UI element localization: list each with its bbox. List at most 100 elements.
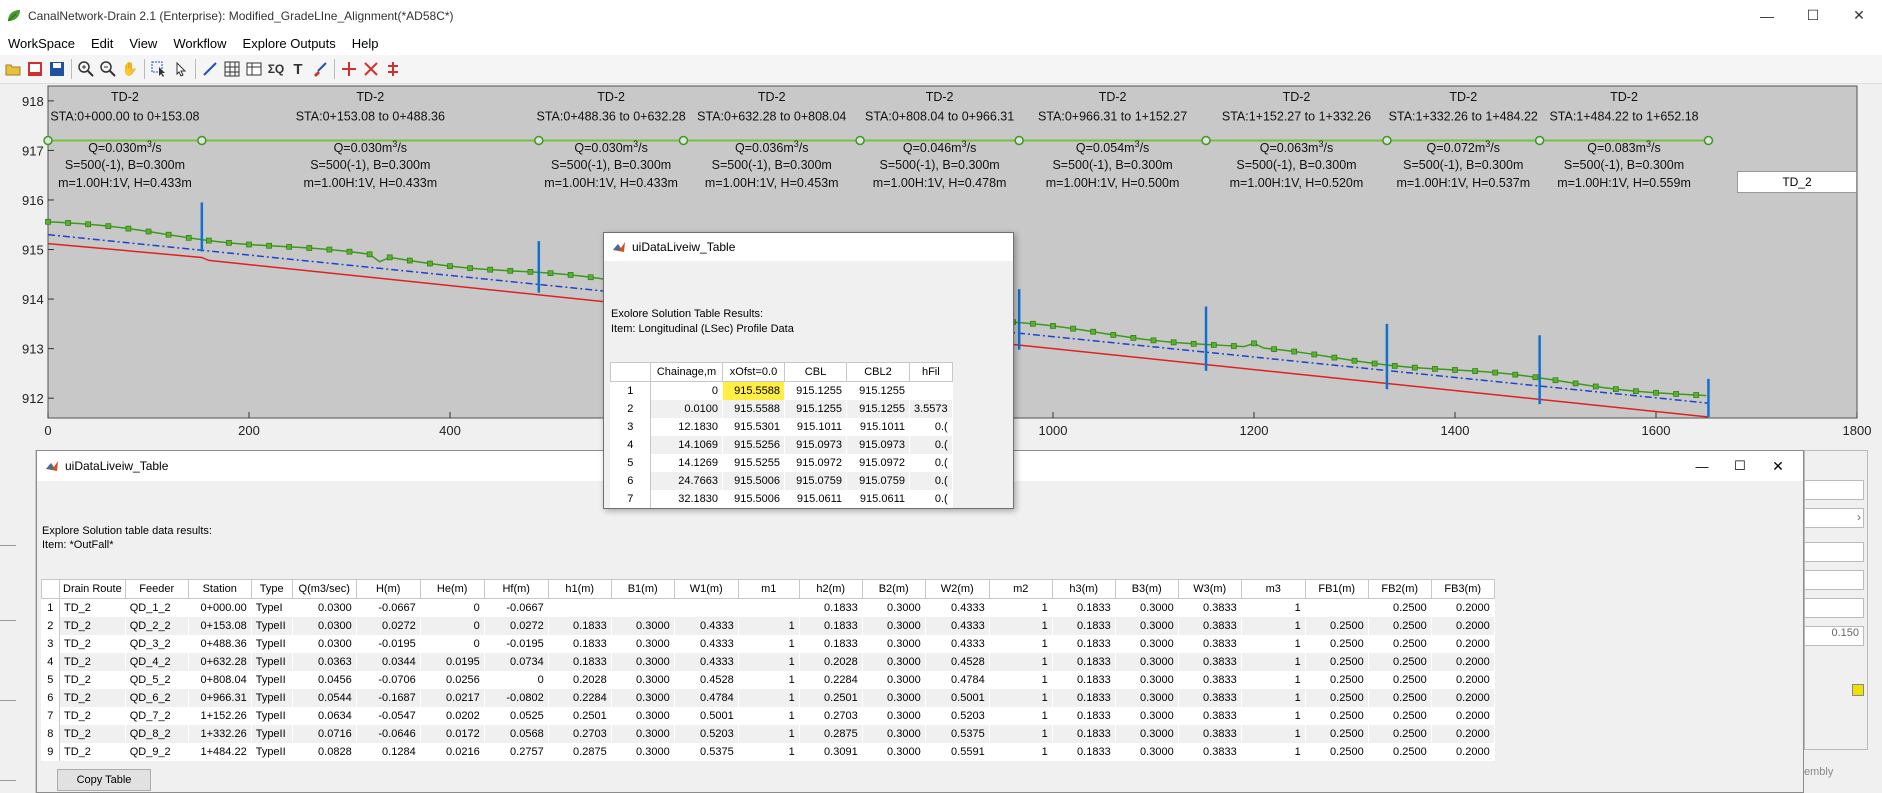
- table-cell[interactable]: 0+153.08: [188, 616, 252, 635]
- copy-table-button[interactable]: Copy Table: [57, 769, 151, 791]
- table-cell[interactable]: 0.3000: [862, 706, 926, 725]
- table-cell[interactable]: TypeII: [251, 616, 293, 635]
- column-header[interactable]: Type: [250, 579, 293, 599]
- column-header[interactable]: m2: [988, 579, 1053, 599]
- row-number[interactable]: 2: [610, 399, 651, 418]
- table-cell[interactable]: QD_5_2: [125, 670, 189, 689]
- table-cell[interactable]: 0.4784: [925, 670, 990, 689]
- table-cell[interactable]: TypeII: [251, 634, 293, 653]
- table-cell[interactable]: 0: [650, 381, 723, 400]
- zoom-in-icon[interactable]: [75, 58, 97, 80]
- table-cell[interactable]: 0.0363: [292, 652, 357, 671]
- table-cell[interactable]: 0.2000: [1431, 634, 1495, 653]
- table-cell[interactable]: 0.5001: [674, 706, 739, 725]
- table-cell[interactable]: 0.4333: [925, 616, 990, 635]
- table-cell[interactable]: 1: [1241, 742, 1306, 761]
- table-cell[interactable]: 1: [989, 616, 1053, 635]
- table-cell[interactable]: 0: [420, 616, 485, 635]
- select-tool-icon[interactable]: [148, 58, 170, 80]
- table-cell[interactable]: 0.0300: [292, 634, 357, 653]
- table-cell[interactable]: 915.5301: [722, 417, 785, 436]
- table-cell[interactable]: 0.2000: [1431, 670, 1495, 689]
- add-node-icon[interactable]: [338, 58, 360, 80]
- table-cell[interactable]: 0.1833: [1052, 634, 1116, 653]
- table-cell[interactable]: 0.1833: [548, 616, 612, 635]
- color-swatch[interactable]: [1852, 684, 1864, 696]
- column-header[interactable]: hFil: [909, 362, 953, 382]
- table-cell[interactable]: 32.1830: [650, 489, 723, 508]
- table-cell[interactable]: 12.1830: [650, 417, 723, 436]
- table-cell[interactable]: 0.4333: [925, 634, 990, 653]
- row-number[interactable]: 7: [610, 489, 651, 508]
- table-cell[interactable]: 0.5203: [674, 724, 739, 743]
- table-cell[interactable]: 1: [738, 688, 800, 707]
- table-cell[interactable]: 1: [1241, 724, 1306, 743]
- column-header[interactable]: Station: [187, 579, 252, 599]
- table-cell[interactable]: 0.4784: [674, 688, 739, 707]
- open-folder-icon[interactable]: [2, 58, 24, 80]
- column-header[interactable]: Chainage,m: [650, 362, 723, 382]
- table-cell[interactable]: 0.2284: [799, 670, 863, 689]
- table-cell[interactable]: 0.0217: [420, 688, 485, 707]
- table-cell[interactable]: 0: [420, 598, 485, 617]
- sigma-icon[interactable]: ΣQ: [265, 58, 287, 80]
- table-cell[interactable]: 0.3833: [1178, 706, 1242, 725]
- popup-table-container[interactable]: Chainage,m xOfst=0.0 CBL CBL2 hFil 1 0 915.558…: [610, 362, 953, 508]
- table-cell[interactable]: TypeII: [251, 670, 293, 689]
- table-cell[interactable]: 915.1255: [784, 399, 847, 418]
- table-cell[interactable]: 0.2500: [1305, 652, 1369, 671]
- table-cell[interactable]: 0.3833: [1178, 616, 1242, 635]
- table-cell[interactable]: 0.4528: [925, 652, 990, 671]
- row-number[interactable]: 6: [610, 471, 651, 490]
- split-icon[interactable]: [382, 58, 404, 80]
- table-cell[interactable]: 0.0634: [292, 706, 357, 725]
- table-cell[interactable]: 0.0734: [484, 652, 549, 671]
- column-header[interactable]: Q(m3/sec): [291, 579, 357, 599]
- table-row[interactable]: 2 TD_2 QD_2_2 0+153.08 TypeII 0.0300 0.0272 0 0.…: [41, 616, 1495, 635]
- table-cell[interactable]: 0.4333: [674, 634, 739, 653]
- table-row[interactable]: 2 0.0100 915.5588 915.1255 915.1255 3.5573: [610, 399, 953, 418]
- line-tool-icon[interactable]: [199, 58, 221, 80]
- menu-view[interactable]: View: [121, 36, 165, 51]
- table-cell[interactable]: 0.2000: [1431, 688, 1495, 707]
- table-cell[interactable]: 0.2000: [1431, 742, 1495, 761]
- minimize-button[interactable]: —: [1683, 451, 1721, 481]
- table-cell[interactable]: 0+488.36: [188, 634, 252, 653]
- table-cell[interactable]: 0.1833: [1052, 688, 1116, 707]
- table-cell[interactable]: 0.3833: [1178, 652, 1242, 671]
- table-cell[interactable]: 1: [738, 634, 800, 653]
- setting-field[interactable]: [1804, 542, 1864, 562]
- table-cell[interactable]: 915.0759: [846, 471, 910, 490]
- menu-workspace[interactable]: WorkSpace: [0, 36, 83, 51]
- table-cell[interactable]: 0.3000: [1115, 616, 1179, 635]
- table-cell[interactable]: 1: [989, 688, 1053, 707]
- table-cell[interactable]: 1: [1241, 670, 1306, 689]
- table-row[interactable]: 3 TD_2 QD_3_2 0+488.36 TypeII 0.0300 -0.0195 0-…: [41, 634, 1495, 653]
- table-cell[interactable]: [548, 598, 612, 617]
- table-cell[interactable]: 0.0525: [484, 706, 549, 725]
- table-cell[interactable]: 0.2500: [1368, 598, 1432, 617]
- table-cell[interactable]: 0.2500: [1368, 688, 1432, 707]
- table-cell[interactable]: 1+332.26: [188, 724, 252, 743]
- table-cell[interactable]: 1+484.22: [188, 742, 252, 761]
- zoom-out-icon[interactable]: [97, 58, 119, 80]
- table-cell[interactable]: 0+966.31: [188, 688, 252, 707]
- table-cell[interactable]: 915.0759: [784, 471, 847, 490]
- table-cell[interactable]: QD_3_2: [125, 634, 189, 653]
- table-cell[interactable]: 0.1833: [1052, 742, 1116, 761]
- table-row[interactable]: 9 TD_2 QD_9_2 1+484.22 TypeII 0.0828 0.1284 0.0…: [41, 742, 1495, 761]
- table-cell[interactable]: 0.0256: [420, 670, 485, 689]
- menu-help[interactable]: Help: [344, 36, 387, 51]
- table-cell[interactable]: 1: [989, 598, 1053, 617]
- table-cell[interactable]: 1: [1241, 598, 1306, 617]
- row-number[interactable]: 1: [610, 381, 651, 400]
- table-cell[interactable]: TD_2: [59, 634, 126, 653]
- table-cell[interactable]: 0.4333: [674, 652, 739, 671]
- table-cell[interactable]: 0.2500: [1368, 616, 1432, 635]
- table-cell[interactable]: 0.2000: [1431, 616, 1495, 635]
- table-cell[interactable]: 0.2500: [1368, 670, 1432, 689]
- table-row[interactable]: 5 14.1269 915.5255 915.0972 915.0972 0.(: [610, 453, 953, 472]
- column-header[interactable]: Hf(m): [483, 579, 549, 599]
- table-cell[interactable]: 0.2500: [1305, 706, 1369, 725]
- close-button[interactable]: ✕: [1836, 0, 1882, 31]
